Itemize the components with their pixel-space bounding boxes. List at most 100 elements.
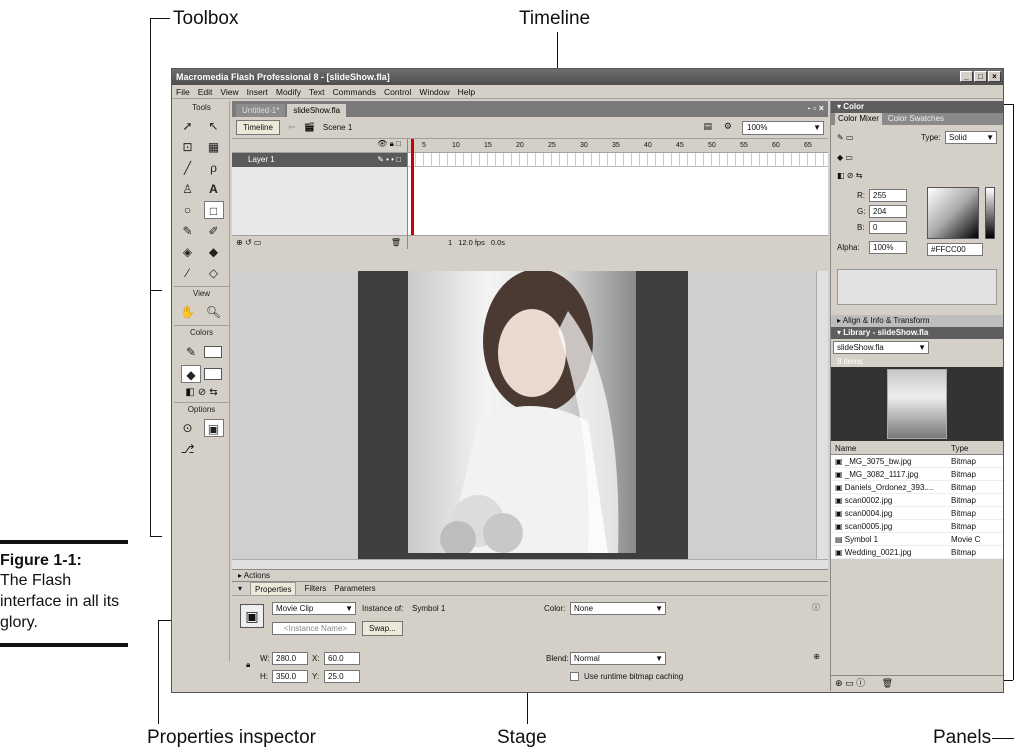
alpha-field[interactable]: 100% (869, 241, 907, 254)
delete-layer-icon[interactable]: 🗑︎ (391, 236, 401, 249)
paint-bucket-tool-icon[interactable]: ◆ (204, 243, 224, 261)
eyedropper-tool-icon[interactable]: ⁄ (178, 264, 198, 282)
hand-tool-icon[interactable]: ✋ (178, 303, 198, 321)
eraser-tool-icon[interactable]: ◇ (204, 264, 224, 282)
color-panel-header[interactable]: ▾ Color (831, 101, 1003, 113)
menu-modify[interactable]: Modify (276, 85, 301, 98)
menu-control[interactable]: Control (384, 85, 411, 98)
pen-tool-icon[interactable]: ♙ (178, 180, 198, 198)
doc-tab-untitled[interactable]: Untitled-1* (236, 104, 286, 117)
minimize-button[interactable]: _ (960, 71, 973, 82)
column-name[interactable]: Name (831, 443, 951, 454)
library-panel-header[interactable]: ▾ Library - slideShow.fla (831, 327, 1003, 339)
fill-transform-tool-icon[interactable]: ▦ (204, 138, 224, 156)
lasso-tool-icon[interactable]: ρ (204, 159, 224, 177)
width-field[interactable]: 280.0 (272, 652, 308, 665)
menu-insert[interactable]: Insert (247, 85, 268, 98)
tab-filters[interactable]: Filters (304, 582, 326, 595)
instance-name-input[interactable]: <Instance Name> (272, 622, 356, 635)
red-field[interactable]: 255 (869, 189, 907, 202)
edit-symbol-icon[interactable]: ⚙ (724, 121, 732, 132)
new-symbol-icon[interactable]: ⊕ (835, 678, 843, 688)
symbol-behavior-select[interactable]: Movie Clip ▼ (272, 602, 356, 615)
column-type[interactable]: Type (951, 443, 991, 454)
close-button[interactable]: × (988, 71, 1001, 82)
menu-view[interactable]: View (220, 85, 238, 98)
menu-commands[interactable]: Commands (333, 85, 376, 98)
swap-colors-icon[interactable]: ⇆ (209, 387, 217, 398)
actions-panel-header[interactable]: ▸ Actions (232, 569, 828, 581)
bitmap-caching-checkbox[interactable] (570, 672, 579, 681)
ink-bottle-tool-icon[interactable]: ◈ (178, 243, 198, 261)
x-field[interactable]: 60.0 (324, 652, 360, 665)
edit-in-place-icon[interactable]: ⊕ (813, 652, 820, 661)
color-picker-field[interactable] (927, 187, 979, 239)
fill-color-swatch[interactable] (204, 368, 222, 380)
smooth-option-icon[interactable]: ⎇ (178, 440, 198, 458)
doc-tab-slideshow[interactable]: slideShow.fla (287, 104, 347, 117)
blue-field[interactable]: 0 (869, 221, 907, 234)
insert-motion-guide-icon[interactable]: ↺ (245, 238, 252, 247)
height-field[interactable]: 350.0 (272, 670, 308, 683)
tab-color-mixer[interactable]: Color Mixer (835, 113, 882, 125)
frame-row[interactable] (408, 153, 828, 167)
stroke-color-icon[interactable]: ✎ ▭ (837, 133, 853, 142)
menu-text[interactable]: Text (309, 85, 325, 98)
object-drawing-icon[interactable]: ▣ (203, 419, 224, 437)
hex-field[interactable]: #FFCC00 (927, 243, 983, 256)
timeline-toggle-button[interactable]: Timeline (236, 120, 280, 135)
brightness-slider[interactable] (985, 187, 995, 239)
green-field[interactable]: 204 (869, 205, 907, 218)
doc-window-controls[interactable]: - ▫ × (808, 103, 824, 113)
rectangle-tool-icon[interactable]: □ (203, 201, 224, 219)
library-row[interactable]: ▣ _MG_3082_1117.jpg Bitmap (831, 468, 1003, 481)
blend-select[interactable]: Normal ▼ (570, 652, 666, 665)
stage-vertical-scrollbar[interactable] (816, 271, 828, 561)
line-tool-icon[interactable]: ╱ (178, 159, 198, 177)
library-row[interactable]: ▣ scan0002.jpg Bitmap (831, 494, 1003, 507)
insert-folder-icon[interactable]: ▭ (254, 238, 262, 247)
subselection-tool-icon[interactable]: ↖ (204, 117, 224, 135)
playhead[interactable] (411, 139, 414, 235)
swap-button[interactable]: Swap... (362, 621, 403, 636)
library-row[interactable]: ▣ _MG_3075_bw.jpg Bitmap (831, 455, 1003, 468)
library-document-select[interactable]: slideShow.fla ▼ (833, 341, 929, 354)
free-transform-tool-icon[interactable]: ⊡ (178, 138, 198, 156)
frame-area[interactable]: 5 10 15 20 25 30 35 40 45 50 55 60 65 1 … (408, 139, 828, 249)
black-white-icon[interactable]: ◧ (185, 387, 194, 398)
menu-edit[interactable]: Edit (198, 85, 213, 98)
edit-scene-icon[interactable]: ▤ (703, 121, 712, 132)
fill-type-select[interactable]: Solid ▼ (945, 131, 997, 144)
y-field[interactable]: 25.0 (324, 670, 360, 683)
library-row[interactable]: ▣ scan0004.jpg Bitmap (831, 507, 1003, 520)
properties-icon[interactable]: ⓘ (856, 678, 865, 688)
lock-proportions-icon[interactable]: 🔒︎ (246, 660, 250, 670)
oval-tool-icon[interactable]: ○ (178, 201, 198, 219)
zoom-select[interactable]: 100% ▼ (742, 121, 824, 135)
library-row[interactable]: ▣ Daniels_Ordonez_393.... Bitmap (831, 481, 1003, 494)
library-row[interactable]: ▤ Symbol 1 Movie C (831, 533, 1003, 546)
menu-help[interactable]: Help (458, 85, 475, 98)
align-panel-header[interactable]: ▸ Align & Info & Transform (831, 315, 1003, 327)
new-folder-icon[interactable]: ▭ (845, 678, 854, 688)
tab-color-swatches[interactable]: Color Swatches (888, 113, 944, 125)
help-icon[interactable]: ⓘ (812, 602, 820, 613)
stroke-color-swatch[interactable] (204, 346, 222, 358)
layer-row[interactable]: Layer 1 ✎ • • □ (232, 153, 407, 167)
fill-color-icon[interactable]: ◆ ▭ (837, 153, 853, 162)
color-shortcut-icons[interactable]: ◧ ⊘ ⇆ (837, 171, 862, 180)
text-tool-icon[interactable]: A (204, 180, 224, 198)
brush-tool-icon[interactable]: ✐ (204, 222, 224, 240)
color-effect-select[interactable]: None ▼ (570, 602, 666, 615)
delete-icon[interactable]: 🗑︎ (882, 678, 893, 688)
maximize-button[interactable]: □ (974, 71, 987, 82)
pencil-tool-icon[interactable]: ✎ (178, 222, 198, 240)
insert-layer-icon[interactable]: ⊕ (236, 238, 243, 247)
tab-properties[interactable]: Properties (250, 582, 297, 595)
bride-photo[interactable] (408, 271, 636, 553)
tab-parameters[interactable]: Parameters (334, 582, 375, 595)
zoom-tool-icon[interactable]: 🔍︎ (204, 303, 224, 321)
back-arrow-icon[interactable]: ⇐ (288, 122, 296, 133)
no-color-icon[interactable]: ⊘ (198, 387, 206, 398)
selection-tool-icon[interactable]: ➚ (178, 117, 198, 135)
